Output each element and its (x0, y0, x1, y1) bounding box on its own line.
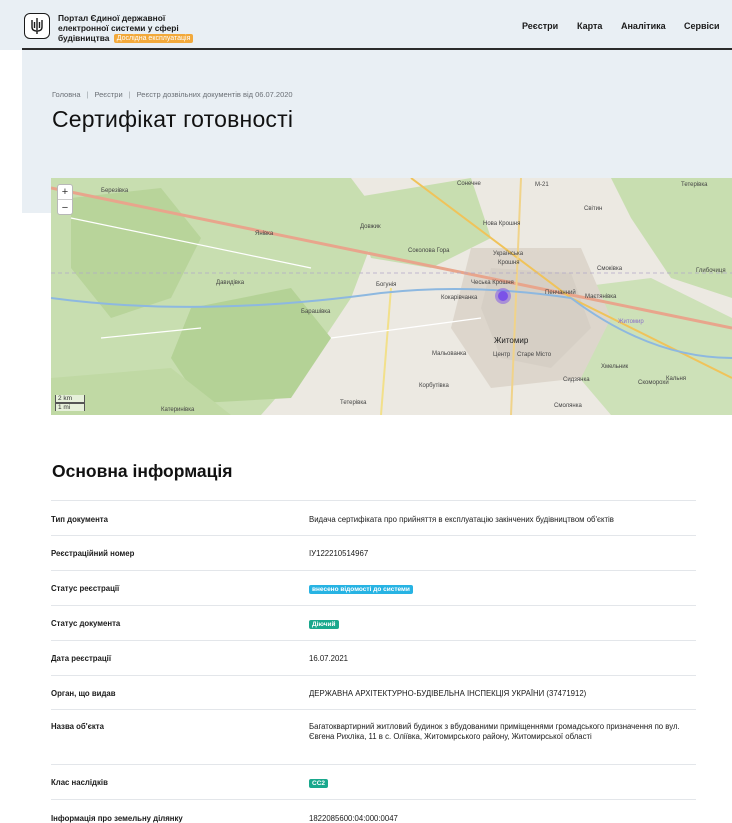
svg-text:Довжик: Довжик (360, 224, 381, 230)
svg-text:Пенчанний: Пенчанний (545, 289, 576, 296)
table-row: Назва об'єкта Багатоквартирний житловий … (51, 709, 696, 764)
consequence-class-badge: СС2 (309, 779, 329, 788)
row-value: IУ122210514967 (309, 549, 369, 558)
row-value: 1822085600:04:000:0047 (309, 814, 398, 823)
svg-text:Старе Місто: Старе Місто (517, 352, 552, 358)
page-title: Сертифікат готовності (52, 106, 294, 132)
svg-text:Тетерівка: Тетерівка (681, 182, 708, 188)
scale-km: 2 km (55, 395, 85, 403)
map-zoom-control: + − (57, 184, 73, 215)
svg-text:Смолянка: Смолянка (554, 403, 582, 409)
location-map[interactable]: Березівка Сонечне М-21 Нова Крошня Світи… (51, 178, 732, 415)
table-row: Клас наслідків СС2 (51, 764, 696, 799)
scale-mi: 1 mi (55, 403, 85, 411)
svg-text:Чеська Крошня: Чеська Крошня (471, 280, 514, 286)
breadcrumb-home[interactable]: Головна (52, 90, 81, 99)
table-row: Інформація про земельну ділянку 18220856… (51, 799, 696, 823)
svg-text:Житомир: Житомир (494, 336, 529, 345)
nav-map[interactable]: Карта (577, 21, 602, 31)
breadcrumb-registries[interactable]: Реєстри (94, 90, 122, 99)
breadcrumb-separator: | (128, 90, 131, 99)
svg-text:Сонечне: Сонечне (457, 181, 482, 187)
table-row: Статус документа Діючий (51, 605, 696, 640)
svg-text:Світин: Світин (584, 206, 602, 212)
row-label: Тип документа (51, 515, 108, 524)
trident-logo-icon[interactable] (24, 13, 50, 39)
document-status-badge: Діючий (309, 620, 339, 629)
page-left-margin (0, 0, 22, 823)
table-row: Орган, що видав ДЕРЖАВНА АРХІТЕКТУРНО-БУ… (51, 675, 696, 709)
portal-brand[interactable]: Портал Єдиної державної електронної сист… (58, 13, 208, 43)
svg-text:Скоморохи: Скоморохи (638, 380, 669, 386)
svg-text:Кальня: Кальня (666, 376, 686, 382)
row-value: Багатоквартирний житловий будинок з вбуд… (309, 722, 680, 741)
row-label: Інформація про земельну ділянку (51, 814, 183, 823)
nav-registries[interactable]: Реєстри (522, 21, 558, 31)
row-label: Клас наслідків (51, 778, 108, 787)
svg-text:Корбутівка: Корбутівка (419, 383, 449, 389)
zoom-out-button[interactable]: − (58, 200, 72, 215)
svg-text:Катеринівка: Катеринівка (161, 407, 195, 413)
svg-text:Хмельник: Хмельник (601, 364, 629, 370)
breadcrumb: Головна | Реєстри | Реєстр дозвільних до… (52, 90, 293, 99)
table-row: Дата реєстрації 16.07.2021 (51, 640, 696, 675)
svg-text:Барашівка: Барашівка (301, 309, 331, 315)
table-row: Реєстраційний номер IУ122210514967 (51, 535, 696, 570)
nav-services[interactable]: Сервіси (684, 21, 720, 31)
svg-text:Глибочиця: Глибочиця (696, 268, 726, 274)
row-value: Видача сертифіката про прийняття в експл… (309, 515, 614, 524)
svg-text:Сидзянка: Сидзянка (563, 377, 590, 383)
svg-text:Давидівка: Давидівка (216, 280, 245, 286)
map-canvas: Березівка Сонечне М-21 Нова Крошня Світи… (51, 178, 732, 415)
svg-text:Маєтянівка: Маєтянівка (585, 294, 617, 300)
nav-analytics[interactable]: Аналітика (621, 21, 666, 31)
svg-text:Богунія: Богунія (376, 282, 396, 288)
site-header: Портал Єдиної державної електронної сист… (0, 0, 732, 50)
map-scale: 2 km 1 mi (55, 395, 85, 411)
svg-text:Кокарівчанка: Кокарівчанка (441, 295, 478, 301)
registration-status-badge: внесено відомості до системи (309, 585, 413, 594)
header-divider (22, 48, 732, 50)
svg-text:Мальованка: Мальованка (432, 351, 467, 357)
table-row: Статус реєстрації внесено відомості до с… (51, 570, 696, 605)
svg-text:Березівка: Березівка (101, 188, 129, 194)
breadcrumb-current[interactable]: Реєстр дозвільних документів від 06.07.2… (137, 90, 293, 99)
breadcrumb-separator: | (86, 90, 89, 99)
svg-text:Янівка: Янівка (255, 231, 274, 237)
section-title: Основна інформація (52, 461, 233, 481)
row-label: Статус документа (51, 619, 121, 628)
svg-text:Нова Крошня: Нова Крошня (483, 221, 520, 227)
zoom-in-button[interactable]: + (58, 185, 72, 200)
row-value: 16.07.2021 (309, 654, 349, 663)
svg-text:М-21: М-21 (535, 182, 549, 188)
svg-text:Українська: Українська (493, 251, 524, 257)
row-label: Дата реєстрації (51, 654, 112, 663)
svg-text:Тетерівка: Тетерівка (340, 400, 367, 406)
svg-text:Смоківка: Смоківка (597, 266, 623, 272)
svg-text:Центр: Центр (493, 352, 511, 358)
svg-text:Житомир: Житомир (618, 319, 644, 325)
row-label: Назва об'єкта (51, 722, 104, 731)
beta-badge: Дослідна експлуатація (113, 34, 194, 43)
svg-text:Соколова Гора: Соколова Гора (408, 248, 450, 254)
info-table: Тип документа Видача сертифіката про при… (51, 500, 696, 823)
row-label: Реєстраційний номер (51, 549, 135, 558)
table-row: Тип документа Видача сертифіката про при… (51, 500, 696, 535)
row-label: Статус реєстрації (51, 584, 120, 593)
row-label: Орган, що видав (51, 689, 116, 698)
svg-text:Крошня: Крошня (498, 260, 520, 266)
row-value: ДЕРЖАВНА АРХІТЕКТУРНО-БУДІВЕЛЬНА ІНСПЕКЦ… (309, 689, 587, 698)
